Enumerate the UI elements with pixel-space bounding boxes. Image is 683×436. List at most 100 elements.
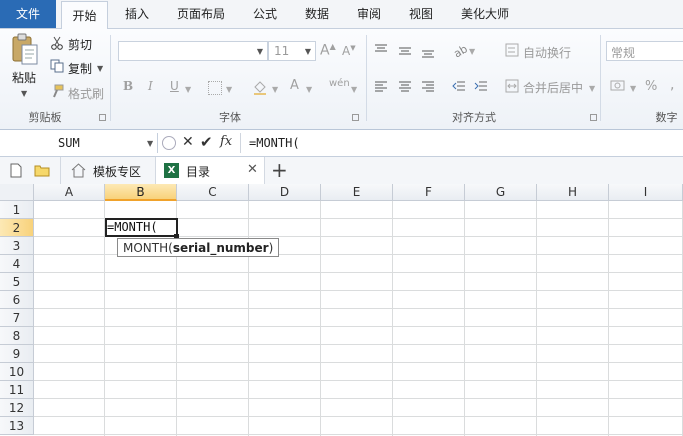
tab-insert[interactable]: 插入 bbox=[112, 0, 162, 28]
row-header-4[interactable]: 4 bbox=[0, 255, 34, 273]
tab-view[interactable]: 视图 bbox=[398, 0, 444, 28]
tooltip-function-name[interactable]: MONTH( bbox=[123, 241, 173, 255]
scissors-icon[interactable] bbox=[50, 36, 64, 50]
column-header-c[interactable]: C bbox=[177, 184, 249, 201]
row-header-5[interactable]: 5 bbox=[0, 273, 34, 291]
comma-style-icon[interactable]: , bbox=[670, 77, 674, 93]
spreadsheet-grid[interactable]: A B C D E F G H I 1 2 3 4 5 6 7 8 9 10 11 12 13 bbox=[0, 184, 683, 436]
enter-icon[interactable]: ✔ bbox=[200, 133, 213, 151]
format-painter-button[interactable]: 格式刷 bbox=[68, 85, 104, 102]
underline-button[interactable]: U bbox=[170, 79, 179, 93]
bold-button[interactable]: B bbox=[123, 79, 133, 93]
font-color-dropdown-icon[interactable]: ▼ bbox=[306, 85, 312, 94]
underline-dropdown-icon[interactable]: ▼ bbox=[185, 85, 191, 94]
orientation-icon[interactable]: ab bbox=[451, 42, 469, 60]
font-name-dropdown-icon[interactable]: ▼ bbox=[257, 47, 263, 56]
copy-dropdown-icon[interactable]: ▼ bbox=[97, 64, 103, 73]
number-format-combo[interactable]: 常规 bbox=[606, 41, 683, 61]
tab-catalog[interactable]: X 目录 ✕ bbox=[156, 157, 265, 185]
align-middle-icon[interactable] bbox=[398, 45, 412, 57]
column-header-i[interactable]: I bbox=[609, 184, 683, 201]
paste-icon[interactable] bbox=[10, 33, 40, 67]
italic-button[interactable]: I bbox=[148, 79, 153, 93]
phonetic-dropdown-icon[interactable]: ▼ bbox=[351, 85, 357, 94]
tab-file[interactable]: 文件 bbox=[0, 0, 56, 28]
tab-home[interactable]: 开始 bbox=[61, 1, 108, 29]
tab-page-layout[interactable]: 页面布局 bbox=[166, 0, 236, 28]
border-dropdown-icon[interactable]: ▼ bbox=[226, 85, 232, 94]
percent-button[interactable]: % bbox=[645, 79, 657, 94]
font-size-dropdown-icon[interactable]: ▼ bbox=[305, 47, 311, 56]
row-header-2[interactable]: 2 bbox=[0, 219, 34, 237]
copy-icon[interactable] bbox=[50, 59, 64, 73]
orientation-dropdown-icon[interactable]: ▼ bbox=[469, 47, 475, 56]
phonetic-button[interactable]: wén bbox=[329, 78, 350, 89]
column-header-f[interactable]: F bbox=[393, 184, 465, 201]
new-tab-button[interactable]: + bbox=[271, 158, 288, 182]
row-header-11[interactable]: 11 bbox=[0, 381, 34, 399]
decrease-indent-icon[interactable] bbox=[452, 80, 466, 92]
column-header-b[interactable]: B bbox=[105, 184, 177, 201]
align-right-icon[interactable] bbox=[421, 80, 435, 92]
paste-dropdown-icon[interactable]: ▼ bbox=[21, 89, 27, 98]
font-name-combo[interactable]: ▼ bbox=[118, 41, 268, 61]
wrap-text-button[interactable]: 自动换行 bbox=[523, 44, 571, 61]
row-header-1[interactable]: 1 bbox=[0, 201, 34, 219]
clipboard-launcher-icon[interactable] bbox=[99, 114, 106, 121]
cut-button[interactable]: 剪切 bbox=[68, 36, 92, 53]
row-header-7[interactable]: 7 bbox=[0, 309, 34, 327]
font-launcher-icon[interactable] bbox=[352, 114, 359, 121]
column-header-a[interactable]: A bbox=[34, 184, 105, 201]
alignment-launcher-icon[interactable] bbox=[590, 114, 597, 121]
wrap-text-icon[interactable] bbox=[505, 43, 519, 57]
tab-template-zone[interactable]: 模板专区 bbox=[60, 157, 156, 184]
format-painter-icon[interactable] bbox=[50, 84, 64, 98]
insert-function-button[interactable]: fx bbox=[220, 134, 232, 149]
column-header-g[interactable]: G bbox=[465, 184, 537, 201]
paste-button[interactable]: 粘贴 bbox=[12, 69, 36, 86]
fill-color-icon[interactable] bbox=[252, 79, 268, 95]
increase-indent-icon[interactable] bbox=[474, 80, 488, 92]
row-header-9[interactable]: 9 bbox=[0, 345, 34, 363]
fill-color-dropdown-icon[interactable]: ▼ bbox=[272, 85, 278, 94]
open-folder-icon[interactable] bbox=[34, 163, 50, 177]
row-header-10[interactable]: 10 bbox=[0, 363, 34, 381]
tab-review[interactable]: 审阅 bbox=[346, 0, 392, 28]
currency-dropdown-icon[interactable]: ▼ bbox=[630, 84, 636, 93]
row-header-12[interactable]: 12 bbox=[0, 399, 34, 417]
formula-expand-icon[interactable] bbox=[162, 136, 176, 150]
grow-font-button[interactable]: A▲ bbox=[320, 42, 336, 59]
copy-button[interactable]: 复制 bbox=[68, 60, 92, 77]
formula-input[interactable]: =MONTH( bbox=[249, 136, 300, 150]
name-box-dropdown-icon[interactable]: ▼ bbox=[147, 139, 153, 148]
font-color-button[interactable]: A bbox=[290, 78, 299, 93]
select-all-corner[interactable] bbox=[0, 184, 34, 201]
align-top-icon[interactable] bbox=[374, 43, 388, 55]
column-header-d[interactable]: D bbox=[249, 184, 321, 201]
merge-center-button[interactable]: 合并后居中 bbox=[523, 79, 583, 96]
close-tab-icon[interactable]: ✕ bbox=[247, 162, 258, 177]
align-center-icon[interactable] bbox=[398, 80, 412, 92]
border-icon[interactable] bbox=[208, 81, 222, 95]
align-bottom-icon[interactable] bbox=[421, 47, 435, 59]
merge-center-icon[interactable] bbox=[505, 79, 519, 93]
currency-icon[interactable] bbox=[610, 79, 626, 93]
row-header-13[interactable]: 13 bbox=[0, 417, 34, 435]
tab-data[interactable]: 数据 bbox=[294, 0, 340, 28]
column-header-h[interactable]: H bbox=[537, 184, 609, 201]
row-header-3[interactable]: 3 bbox=[0, 237, 34, 255]
font-size-combo[interactable]: 11 ▼ bbox=[268, 41, 316, 61]
shrink-font-button[interactable]: A▼ bbox=[342, 44, 356, 58]
tooltip-argument[interactable]: serial_number bbox=[173, 241, 269, 255]
tab-beautify[interactable]: 美化大师 bbox=[452, 0, 518, 28]
name-box[interactable]: SUM ▼ bbox=[0, 133, 158, 153]
row-header-8[interactable]: 8 bbox=[0, 327, 34, 345]
cancel-icon[interactable]: ✕ bbox=[182, 134, 194, 150]
align-left-icon[interactable] bbox=[374, 80, 388, 92]
merge-center-dropdown-icon[interactable]: ▼ bbox=[589, 84, 595, 93]
row-header-6[interactable]: 6 bbox=[0, 291, 34, 309]
column-header-e[interactable]: E bbox=[321, 184, 393, 201]
gridline bbox=[34, 362, 683, 363]
new-document-icon[interactable] bbox=[10, 163, 22, 178]
tab-formulas[interactable]: 公式 bbox=[240, 0, 290, 28]
